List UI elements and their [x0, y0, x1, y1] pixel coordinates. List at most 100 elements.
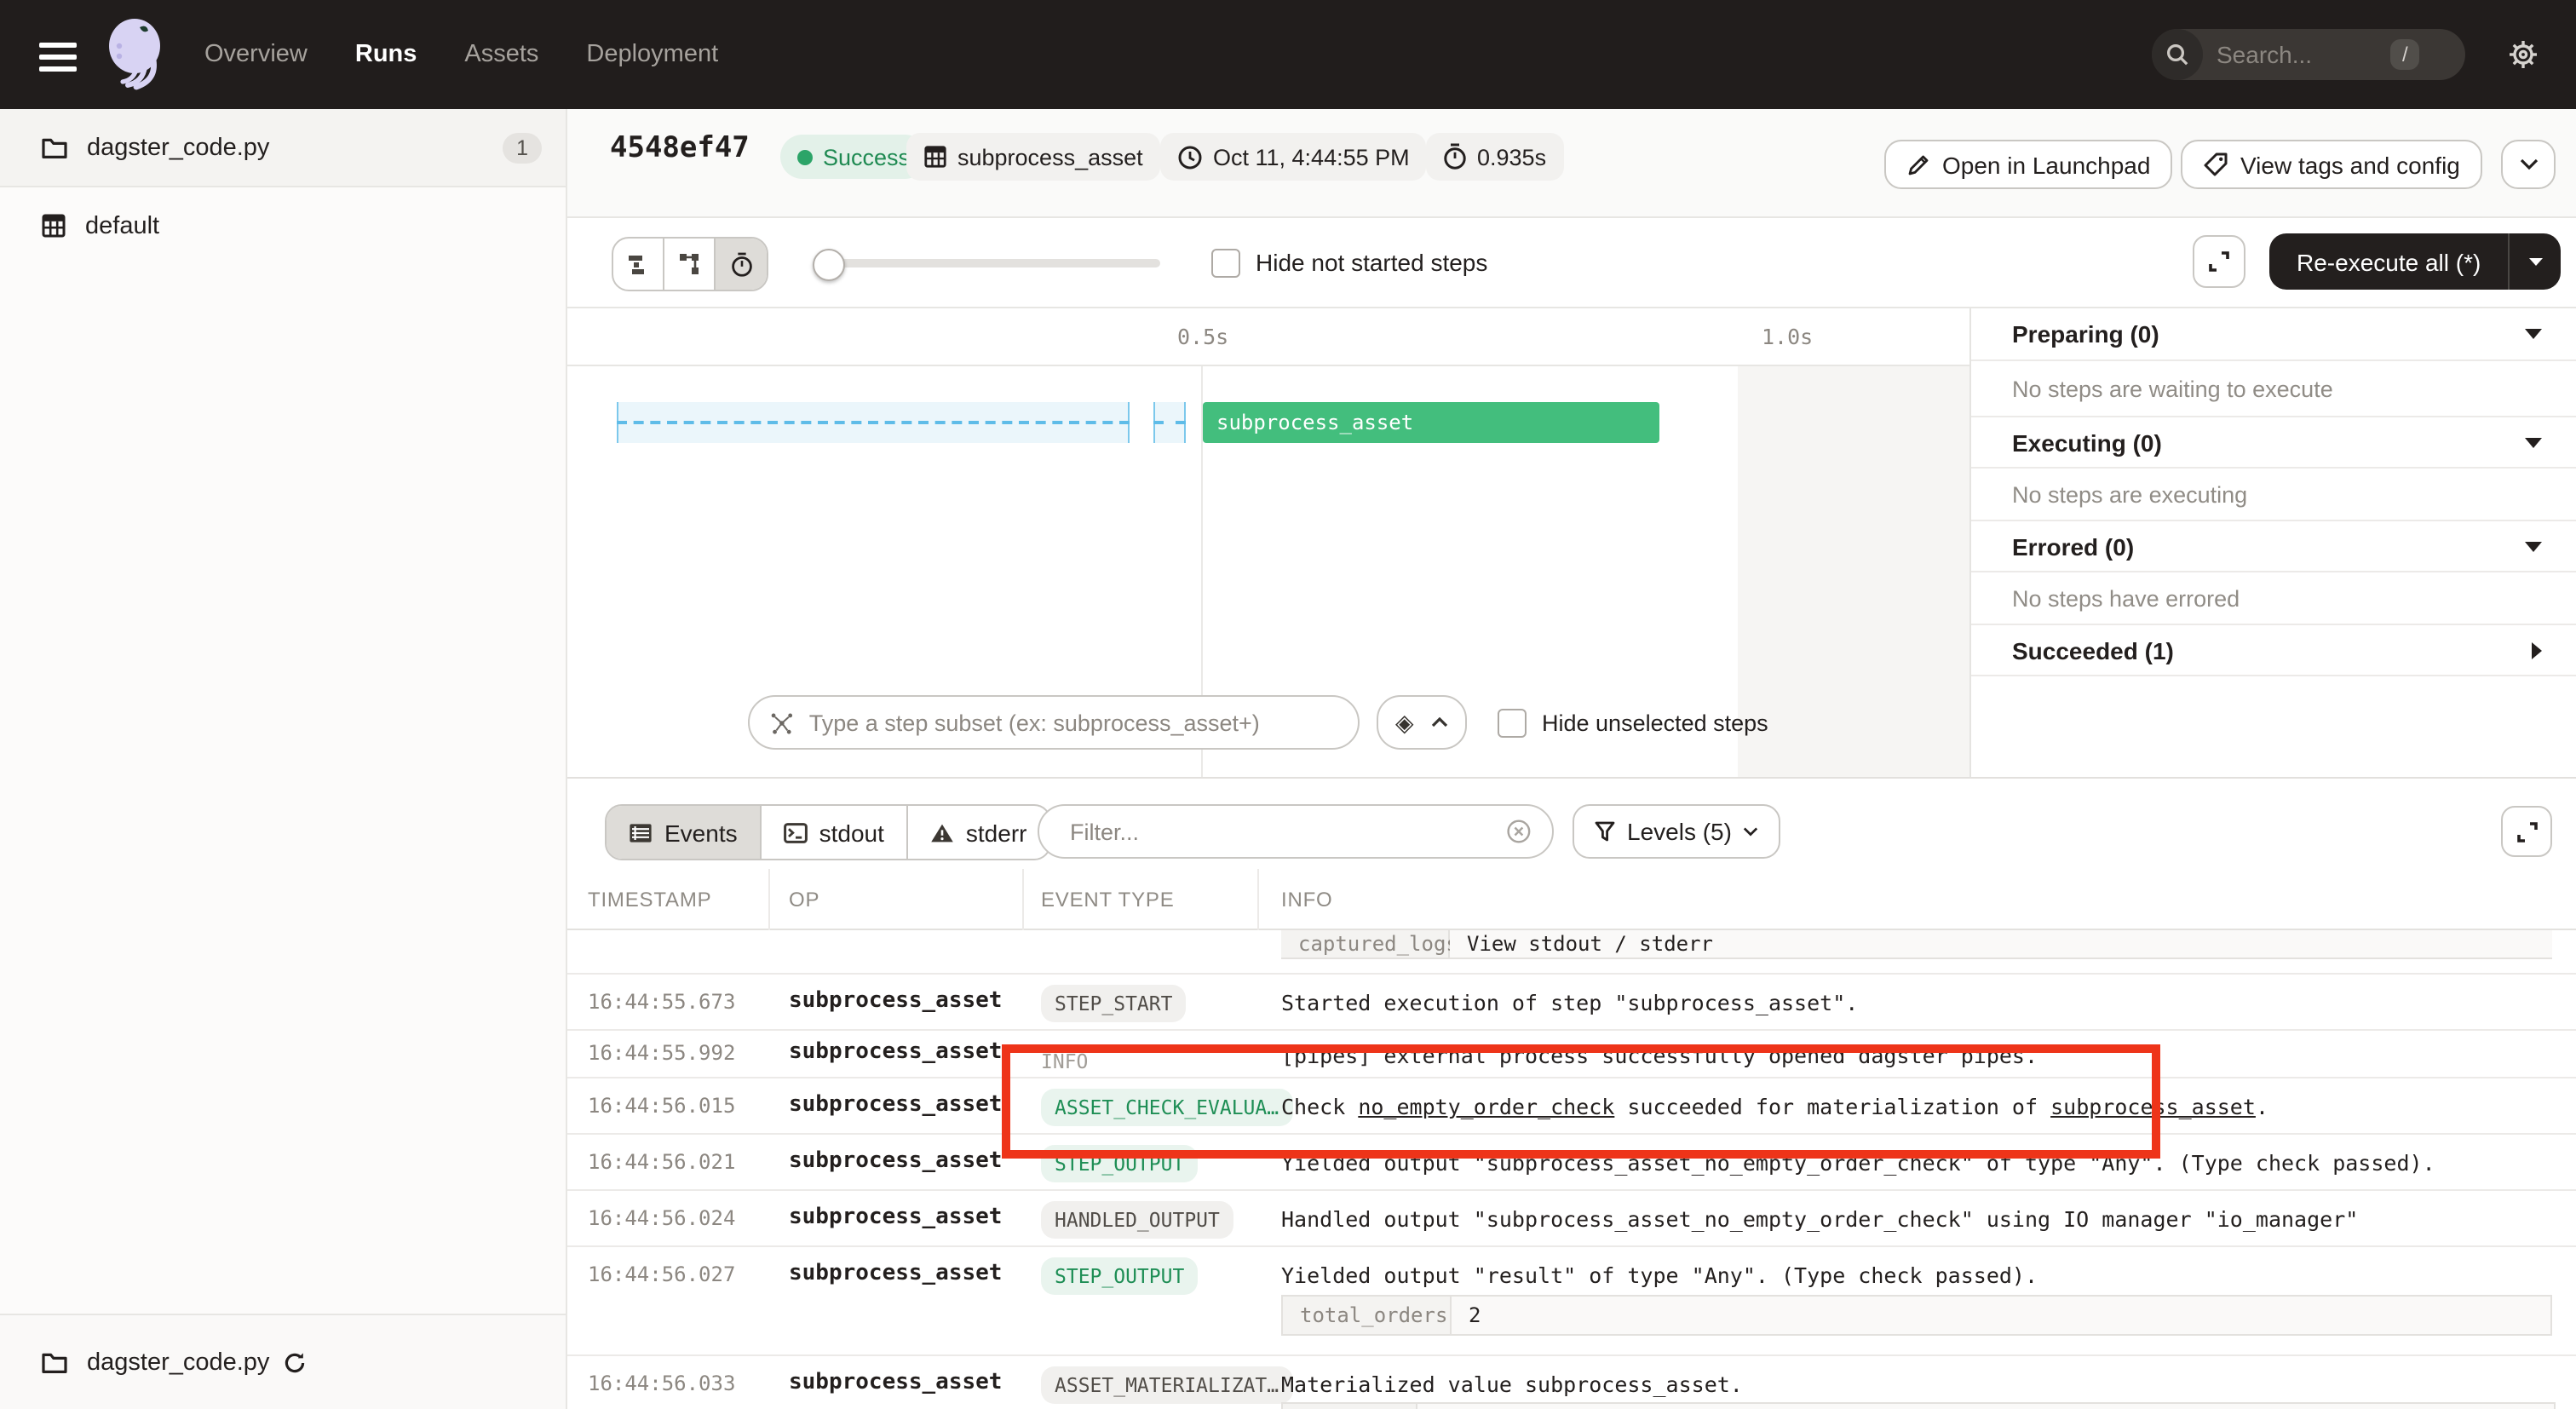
log-row[interactable]: 16:44:56.033 subprocess_asset ASSET_MATE…: [567, 1356, 2576, 1409]
metadata-value[interactable]: View stdout / stderr: [1450, 930, 2552, 958]
reload-icon[interactable]: [283, 1350, 307, 1374]
step-graph-icon: [770, 710, 794, 735]
gantt-step-bar[interactable]: subprocess_asset: [1203, 402, 1659, 443]
event-type-chip: STEP_OUTPUT: [1041, 1257, 1198, 1295]
search-input[interactable]: [2213, 39, 2390, 70]
view-tags-config-button[interactable]: View tags and config: [2181, 140, 2482, 189]
panel-section-preparing[interactable]: Preparing (0): [1971, 308, 2576, 361]
flat-view-button[interactable]: [613, 239, 664, 290]
job-name-label: default: [85, 212, 159, 239]
zoom-slider-thumb[interactable]: [813, 249, 845, 281]
tab-stdout[interactable]: stdout: [762, 806, 908, 859]
panel-section-executing[interactable]: Executing (0): [1971, 417, 2576, 469]
panel-section-succeeded[interactable]: Succeeded (1): [1971, 625, 2576, 676]
duration-chip: 0.935s: [1426, 133, 1563, 181]
sidebar: dagster_code.py 1 default dagster_code.p…: [0, 109, 567, 1409]
zoom-slider[interactable]: [826, 259, 1160, 267]
metadata-table-sliver: [1281, 1402, 2556, 1409]
chevron-up-icon: [1431, 717, 1448, 728]
hide-unselected-label: Hide unselected steps: [1542, 710, 1768, 735]
sidebar-code-location[interactable]: dagster_code.py 1: [0, 109, 566, 187]
nav-overview[interactable]: Overview: [204, 41, 308, 68]
waterfall-view-button[interactable]: [664, 239, 716, 290]
log-row[interactable]: 16:44:55.673 subprocess_asset STEP_START…: [567, 975, 2576, 1031]
clock-icon: [1177, 144, 1203, 170]
log-filter-input[interactable]: [1067, 817, 1506, 846]
panel-message-executing: No steps are executing: [1971, 469, 2576, 521]
warning-icon: [930, 822, 954, 843]
metadata-key: captured_logs: [1281, 930, 1450, 958]
hamburger-menu-icon[interactable]: [39, 43, 77, 72]
nav-assets[interactable]: Assets: [464, 41, 538, 68]
run-actions-menu-button[interactable]: [2501, 140, 2556, 189]
caret-down-icon: [2527, 256, 2543, 267]
gear-icon[interactable]: [2508, 39, 2539, 70]
status-dot: [797, 149, 813, 164]
step-subset-input-wrap[interactable]: [748, 695, 1360, 750]
nav-runs[interactable]: Runs: [355, 41, 417, 68]
timestamp-chip[interactable]: Oct 11, 4:44:55 PM: [1160, 133, 1427, 181]
log-row[interactable]: 16:44:56.024 subprocess_asset HANDLED_OU…: [567, 1191, 2576, 1247]
log-row[interactable]: 16:44:56.021 subprocess_asset STEP_OUTPU…: [567, 1135, 2576, 1191]
log-tabs: Events stdout stderr: [605, 804, 1051, 860]
check-link[interactable]: no_empty_order_check: [1358, 1094, 1614, 1119]
dagster-logo[interactable]: [99, 12, 170, 97]
log-row-asset-check[interactable]: 16:44:56.015 subprocess_asset ASSET_CHEC…: [567, 1078, 2576, 1135]
run-header: 4548ef47 Success subprocess_asset Oct 11…: [567, 109, 2576, 218]
levels-dropdown[interactable]: Levels (5): [1573, 804, 1781, 859]
clear-filter-icon[interactable]: [1506, 818, 1532, 845]
dagster-run-page: Overview Runs Assets Deployment /: [0, 0, 2576, 1409]
step-status-panel: Preparing (0) No steps are waiting to ex…: [1969, 308, 2576, 777]
expand-icon: [2208, 250, 2230, 273]
col-event-type: EVENT TYPE: [1041, 888, 1175, 912]
asset-chip[interactable]: subprocess_asset: [906, 133, 1160, 181]
logs-fullscreen-button[interactable]: [2501, 806, 2552, 857]
col-info: INFO: [1281, 888, 1333, 912]
job-grid-icon: [41, 213, 66, 239]
nav-deployment[interactable]: Deployment: [586, 41, 718, 68]
metadata-key: total_orders: [1283, 1297, 1452, 1334]
hide-unselected-control: Hide unselected steps: [1498, 700, 1768, 745]
log-row-clipped[interactable]: captured_logs View stdout / stderr: [567, 930, 2576, 975]
event-type-chip: HANDLED_OUTPUT: [1041, 1201, 1233, 1239]
tab-stderr[interactable]: stderr: [908, 806, 1049, 859]
caret-down-icon: [2525, 329, 2542, 339]
open-in-launchpad-button[interactable]: Open in Launchpad: [1884, 140, 2172, 189]
asset-link[interactable]: subprocess_asset: [2050, 1094, 2256, 1119]
gantt-fullscreen-button[interactable]: [2193, 235, 2245, 288]
global-search[interactable]: /: [2152, 29, 2465, 80]
run-count-badge: 1: [503, 132, 542, 163]
gantt-overtime-shade: [1738, 366, 1969, 777]
panel-section-errored[interactable]: Errored (0): [1971, 521, 2576, 572]
event-type-chip: ASSET_CHECK_EVALUA…: [1041, 1089, 1292, 1126]
pencil-icon: [1906, 152, 1930, 176]
graph-options-button[interactable]: ◈: [1377, 695, 1467, 750]
top-navbar: Overview Runs Assets Deployment /: [0, 0, 2576, 109]
log-table-header: TIMESTAMP OP EVENT TYPE INFO: [567, 869, 2576, 930]
reexecute-all-button[interactable]: Re-execute all (*): [2269, 233, 2561, 290]
log-filter-wrap[interactable]: [1038, 804, 1554, 859]
reexecute-menu-button[interactable]: [2510, 256, 2561, 267]
metadata-value: 2: [1452, 1297, 2550, 1334]
sidebar-item-default[interactable]: default: [0, 187, 566, 264]
log-row[interactable]: 16:44:56.027 subprocess_asset STEP_OUTPU…: [567, 1247, 2576, 1356]
tab-events[interactable]: Events: [607, 806, 762, 859]
timed-view-button[interactable]: [716, 239, 767, 290]
step-subset-input[interactable]: [806, 708, 1337, 737]
log-row[interactable]: 16:44:55.992 subprocess_asset INFO [pipe…: [567, 1031, 2576, 1078]
nav-links: Overview Runs Assets Deployment: [204, 0, 766, 109]
logs-toolbar: Events stdout stderr Levels (5): [567, 777, 2576, 869]
code-location-label: dagster_code.py: [87, 134, 269, 161]
hide-not-started-checkbox[interactable]: [1211, 248, 1240, 277]
hide-unselected-checkbox[interactable]: [1498, 708, 1527, 737]
metadata-table: total_orders 2: [1281, 1295, 2552, 1336]
layers-icon: ◈: [1395, 708, 1414, 737]
event-type-label: INFO: [1041, 1043, 1101, 1080]
asset-grid-icon: [923, 145, 947, 169]
events-table-icon: [629, 822, 653, 843]
run-id: 4548ef47: [610, 131, 750, 165]
chevron-down-icon: [1744, 826, 1759, 837]
folder-icon: [41, 1350, 68, 1374]
footer-file-label: dagster_code.py: [87, 1349, 269, 1376]
funnel-icon: [1595, 820, 1615, 843]
